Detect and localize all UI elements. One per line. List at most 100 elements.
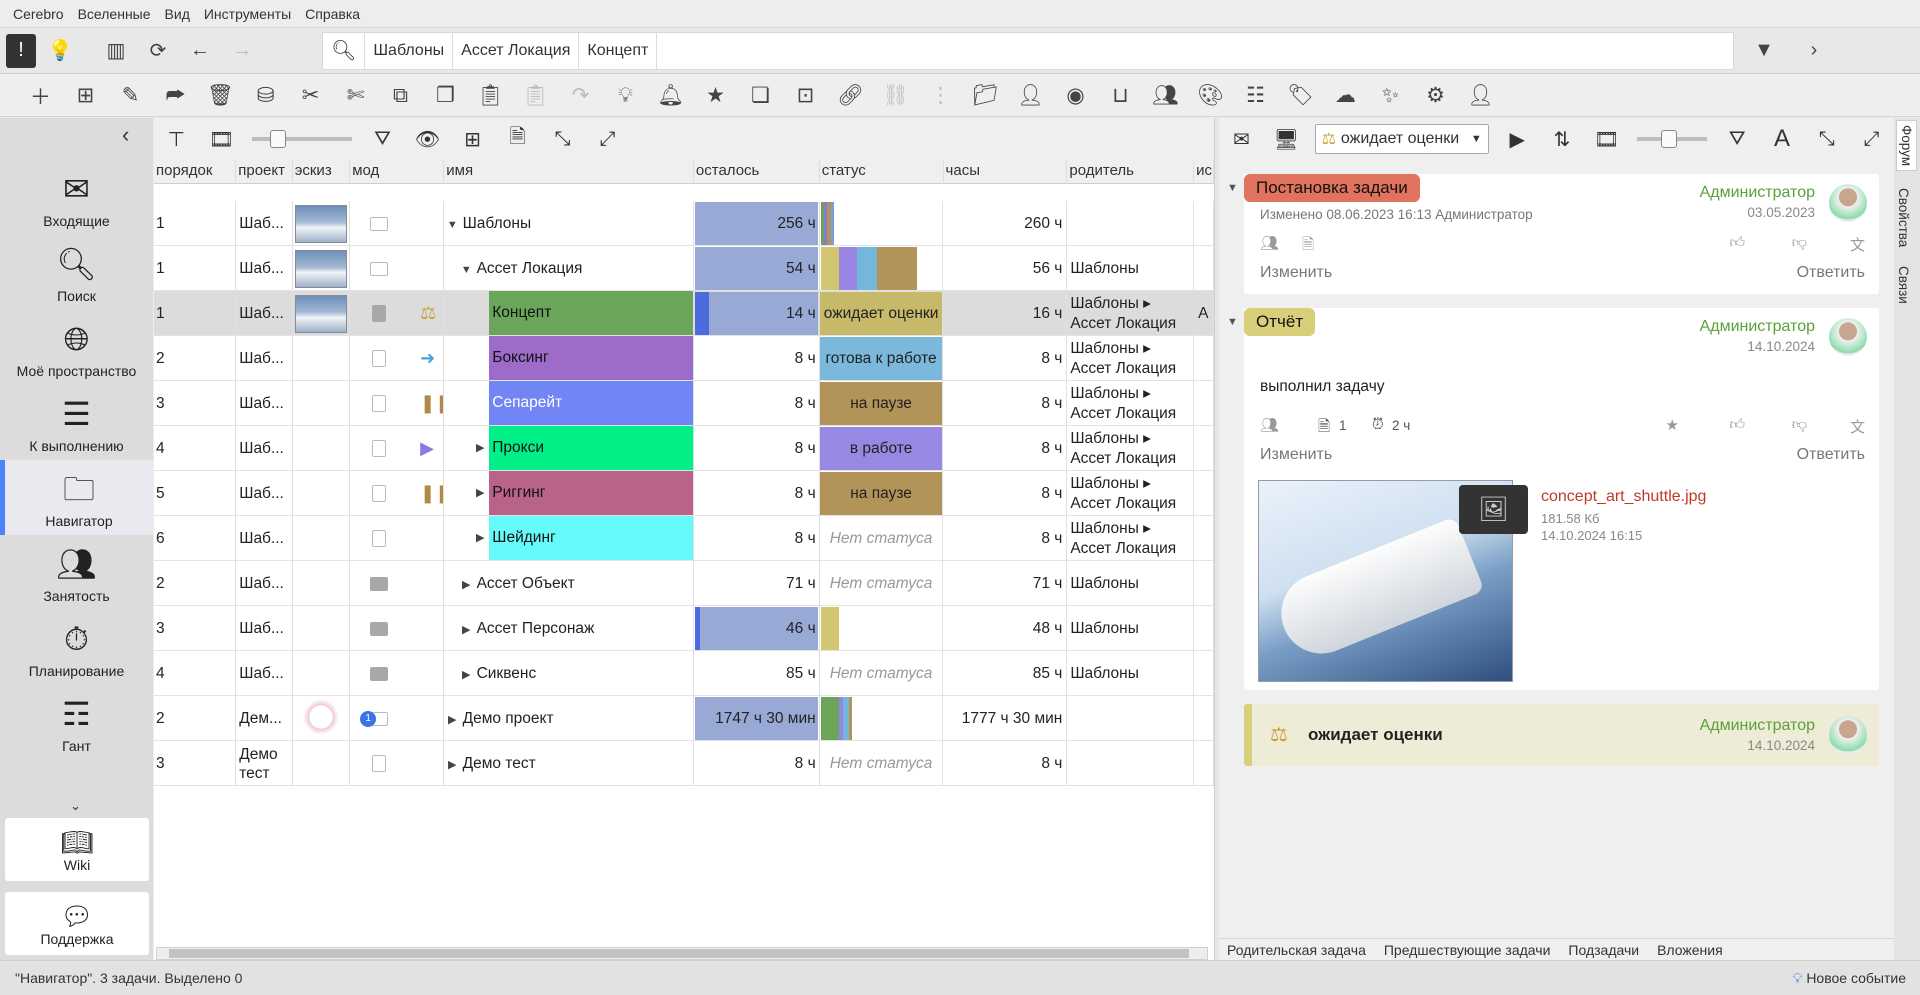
cut-alt-icon[interactable]: ✄ xyxy=(333,80,378,112)
status-badge[interactable]: готова к работе xyxy=(820,337,943,380)
tab-properties[interactable]: Свойства xyxy=(1896,188,1911,247)
cell-name[interactable]: Боксинг xyxy=(444,336,694,381)
cell-name[interactable]: Сепарейт xyxy=(444,381,694,426)
reply-button[interactable]: Ответить xyxy=(1797,264,1865,282)
thumbnail[interactable] xyxy=(293,201,351,246)
expand-arrow-icon[interactable]: ▶ xyxy=(474,426,486,471)
status-badge[interactable]: Нет статуса xyxy=(820,742,942,785)
add-subtask-icon[interactable]: ⊞ xyxy=(63,80,108,112)
assign-user-icon[interactable]: 👤︎ xyxy=(1458,80,1503,112)
bell-icon[interactable]: 🔔︎ xyxy=(648,80,693,112)
expand-arrow-icon[interactable]: ▶ xyxy=(446,698,458,741)
dislike-icon[interactable]: 👎︎ xyxy=(1792,234,1807,252)
recipients-icon[interactable]: 👥︎ xyxy=(1260,234,1279,252)
sidebar-item-planning[interactable]: ⏱︎ Планирование xyxy=(0,610,153,685)
presentation-icon[interactable]: ⊡ xyxy=(783,80,828,112)
cell-name[interactable]: ▶ Шейдинг xyxy=(444,516,694,561)
cell-name[interactable]: ▶ Демо проект xyxy=(444,696,694,741)
sidebar-item-gantt[interactable]: ☶ Гант xyxy=(0,685,153,760)
dots-icon[interactable]: ⋮ xyxy=(918,80,963,112)
attachment-icon[interactable]: 🗎 xyxy=(1302,234,1314,259)
inbox-icon[interactable]: ⊔ xyxy=(1098,80,1143,112)
forum-post-task-definition[interactable]: ▼ Постановка задачи Администратор 03.05.… xyxy=(1227,174,1879,294)
tab-links[interactable]: Связи xyxy=(1896,266,1911,304)
bulb-icon[interactable]: 💡 xyxy=(42,33,78,69)
font-icon[interactable]: A xyxy=(1760,123,1805,155)
cell-name[interactable]: Концепт xyxy=(444,291,694,336)
column-order[interactable]: порядок xyxy=(154,160,237,184)
table-row[interactable]: 3 Шаб... ▶ Ассет Персонаж 46 ч 48 ч Шабл… xyxy=(154,606,1214,651)
expand-arrow-icon[interactable]: ▶ xyxy=(460,653,472,696)
post-author[interactable]: Администратор xyxy=(1700,184,1815,202)
dislike-icon[interactable]: 👎︎ xyxy=(1792,416,1807,434)
cell-name[interactable]: ▼ Шаблоны xyxy=(444,201,694,246)
post-author[interactable]: Администратор xyxy=(1700,318,1815,336)
table-row[interactable]: 5 Шаб... ❚❚ ▶Риггинг 8 ч на паузе 8 ч Ша… xyxy=(154,471,1214,516)
unlink-icon[interactable]: ⛓ xyxy=(873,80,918,112)
status-badge[interactable]: на паузе xyxy=(820,472,943,515)
user-circle-icon[interactable]: ◉ xyxy=(1053,80,1098,112)
sort-icon[interactable]: ⇅ xyxy=(1540,123,1585,155)
database-icon[interactable]: ⛁ xyxy=(243,80,288,112)
table-row[interactable]: 1 Шаб... ▼ Шаблоны 256 ч 260 ч xyxy=(154,201,1214,246)
menu-help[interactable]: Справка xyxy=(305,6,360,22)
collapse-arrow-icon[interactable]: ▼ xyxy=(460,248,472,291)
tab-forum[interactable]: Форум xyxy=(1896,120,1917,172)
attachment-name[interactable]: concept_art_shuttle.jpg xyxy=(1541,488,1706,506)
like-icon[interactable]: 👍︎ xyxy=(1729,416,1745,434)
column-status[interactable]: статус xyxy=(820,160,944,184)
table-row[interactable]: 4 Шаб... ▶ ▶ Прокси 8 ч в работе 8 ч Шабл… xyxy=(154,426,1214,471)
table-row[interactable]: 3 Шаб... ❚❚ Сепарейт 8 ч на паузе 8 ч Ша… xyxy=(154,381,1214,426)
translate-icon[interactable]: 文 xyxy=(1850,234,1865,255)
expand-arrow-icon[interactable]: ▶ xyxy=(474,471,486,516)
avatar[interactable] xyxy=(1829,716,1867,754)
thumbnail[interactable] xyxy=(293,246,351,291)
cell-name[interactable]: ▶ Ассет Персонаж xyxy=(444,606,694,651)
table-row[interactable]: 2 Шаб... ➜ Боксинг 8 ч готова к работе 8… xyxy=(154,336,1214,381)
status-badge[interactable]: в работе xyxy=(820,427,943,470)
sidebar-item-todo[interactable]: ☰ К выполнению xyxy=(0,385,153,460)
table-row[interactable]: 2 Шаб... ▶ Ассет Объект 71 ч Нет статуса… xyxy=(154,561,1214,606)
tab-subtasks[interactable]: Подзадачи xyxy=(1568,942,1639,958)
dropdown-icon[interactable]: ▼ xyxy=(1746,33,1782,69)
expand-arrow-icon[interactable]: ▶ xyxy=(446,743,458,786)
tag-icon[interactable]: 🏷︎ xyxy=(1278,80,1323,112)
copy-alt-icon[interactable]: ❐ xyxy=(423,80,468,112)
sidebar-item-inbox[interactable]: ✉ Входящие xyxy=(0,160,153,235)
menu-view[interactable]: Вид xyxy=(165,6,190,22)
sidebar-item-navigator[interactable]: 🗀 Навигатор xyxy=(0,460,153,535)
cell-name[interactable]: ▶ Риггинг xyxy=(444,471,694,516)
image-icon[interactable]: 🖼︎ xyxy=(1459,485,1528,534)
settings-panel-icon[interactable]: ⚙ xyxy=(1413,80,1458,112)
table-row[interactable]: 2 Дем... 1 ▶ Демо проект 1747 ч 30 мин 1… xyxy=(154,696,1214,741)
status-select[interactable]: ⚖ ожидает оценки ▼ xyxy=(1314,124,1489,154)
like-icon[interactable]: 👍︎ xyxy=(1729,234,1745,252)
idea-icon[interactable]: 💡︎ xyxy=(603,80,648,112)
translate-icon[interactable]: 文 xyxy=(1850,416,1865,437)
sidebar-item-search[interactable]: 🔍︎ Поиск xyxy=(0,235,153,310)
forum-post-report[interactable]: ▼ Отчёт Администратор 14.10.2024 выполни… xyxy=(1227,308,1879,690)
expand-more-icon[interactable]: ⌄ xyxy=(70,798,81,814)
expand-arrow-icon[interactable]: ▶ xyxy=(460,563,472,606)
play-icon[interactable]: ▶ xyxy=(1495,123,1540,155)
column-thumbnail[interactable]: эскиз xyxy=(293,160,351,184)
thumbnail[interactable] xyxy=(293,291,351,336)
column-source[interactable]: ис xyxy=(1194,160,1215,184)
panels-icon[interactable]: ▥ xyxy=(98,33,134,69)
forward-icon[interactable]: → xyxy=(224,33,260,69)
table-row[interactable]: 1 Шаб... ▼ Ассет Локация 54 ч 56 ч Шабло… xyxy=(154,246,1214,291)
filter-icon[interactable]: ⛛ xyxy=(1715,123,1760,155)
forum-thumbnail-slider[interactable] xyxy=(1637,130,1707,148)
filmstrip-icon[interactable]: 🎞︎ xyxy=(199,123,244,155)
status-badge[interactable]: Нет статуса xyxy=(820,517,942,560)
alert-icon[interactable]: ! xyxy=(6,33,36,68)
table-row[interactable]: 3 Демо тест ▶ Демо тест 8 ч Нет статуса … xyxy=(154,741,1214,786)
status-badge[interactable]: Нет статуса xyxy=(820,652,942,695)
horizontal-scrollbar[interactable] xyxy=(156,947,1208,960)
collapse-all-icon[interactable]: ⤡ xyxy=(540,123,585,155)
filter-icon[interactable]: ⛛ xyxy=(360,123,405,155)
add-icon[interactable]: ＋ xyxy=(18,80,63,112)
palette-icon[interactable]: 🎨︎ xyxy=(1188,80,1233,112)
status-badge[interactable]: ожидает оценки xyxy=(820,292,943,335)
hierarchy-icon[interactable]: ⊤ xyxy=(154,123,199,155)
